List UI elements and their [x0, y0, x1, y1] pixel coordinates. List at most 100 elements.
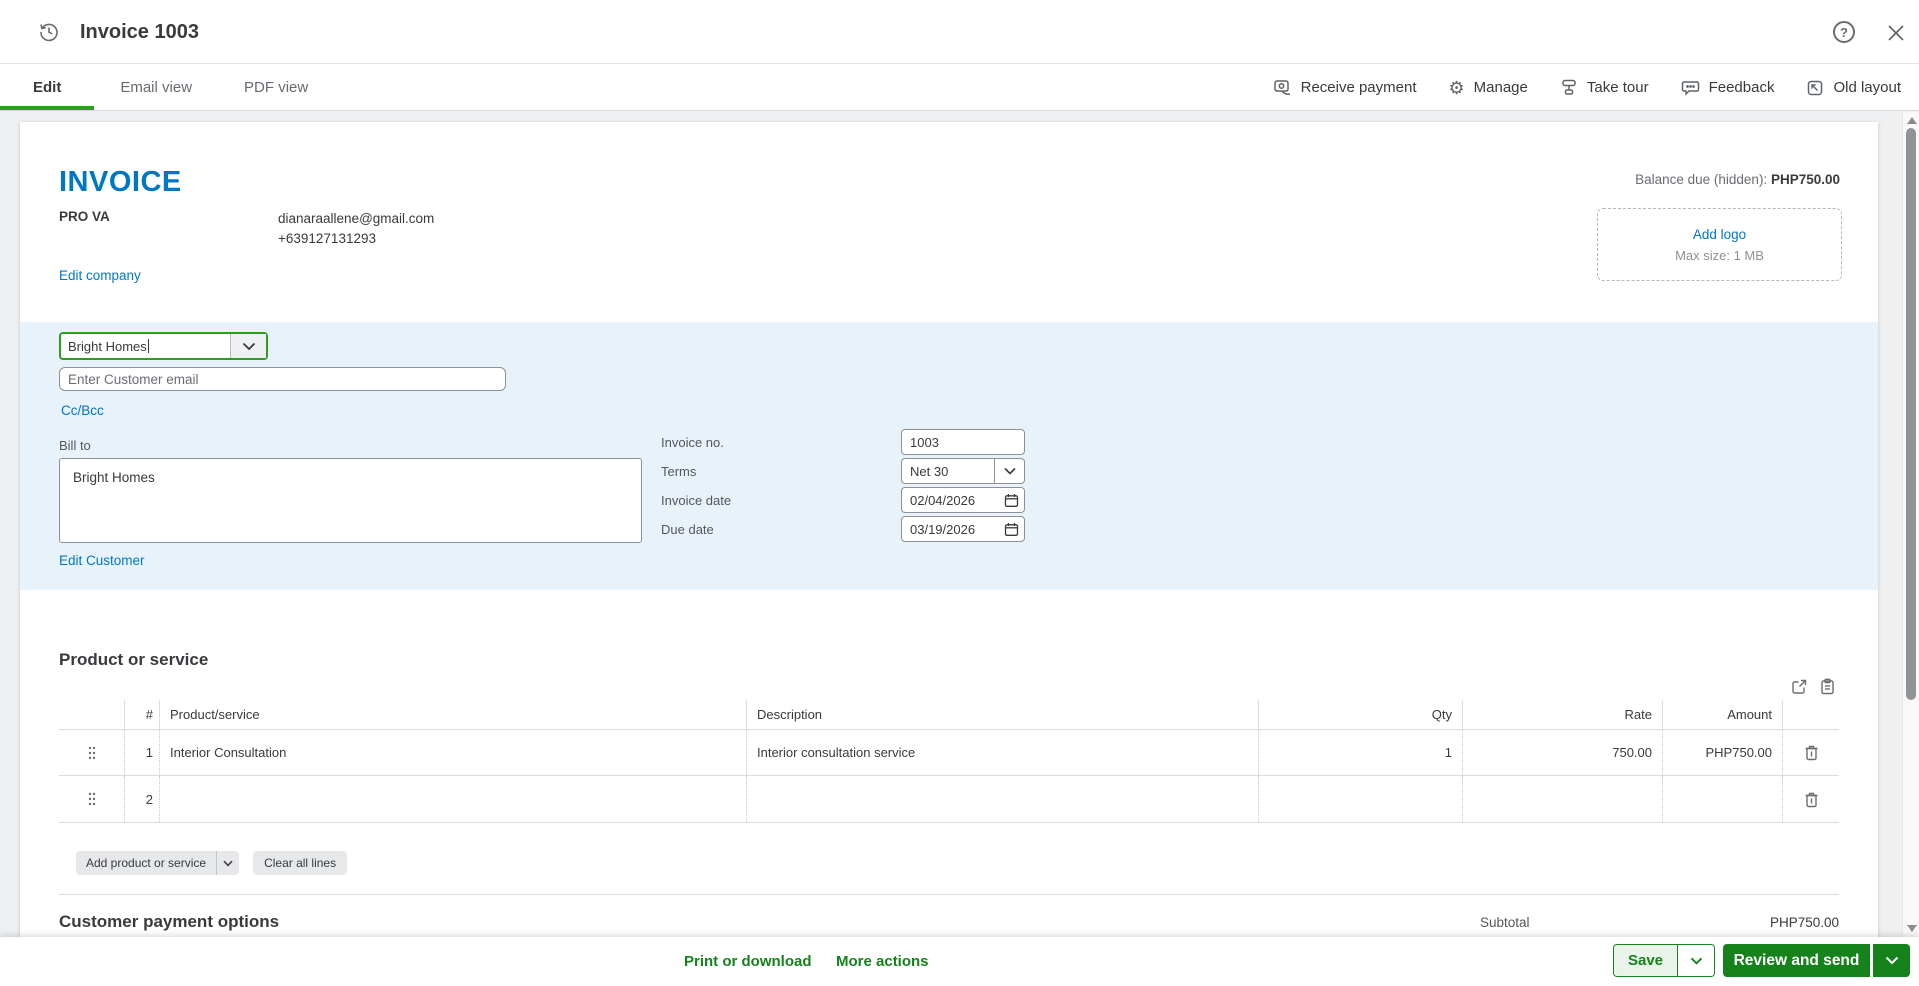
rate-cell[interactable]: 750.00 — [1463, 730, 1663, 775]
save-split-button: Save — [1613, 944, 1715, 977]
product-section-title: Product or service — [59, 650, 209, 669]
clear-all-lines-button[interactable]: Clear all lines — [253, 851, 348, 875]
old-layout-button[interactable]: Old layout — [1806, 79, 1901, 97]
product-cell[interactable]: Interior Consultation — [160, 730, 747, 775]
more-actions-link[interactable]: More actions — [836, 953, 929, 970]
payment-section-title: Customer payment options — [59, 912, 280, 931]
tab-edit[interactable]: Edit — [0, 64, 95, 110]
add-product-button[interactable]: Add product or service — [76, 851, 240, 875]
scroll-thumb[interactable] — [1906, 128, 1916, 700]
history-icon[interactable] — [38, 21, 60, 43]
customer-select[interactable]: Bright Homes — [59, 332, 268, 360]
review-and-send-dropdown-button[interactable] — [1873, 944, 1910, 977]
scroll-up-arrow[interactable] — [1907, 117, 1917, 124]
customer-select-dropdown-button[interactable] — [230, 334, 266, 358]
review-and-send-button[interactable]: Review and send — [1723, 944, 1870, 977]
receive-payment-button[interactable]: Receive payment — [1273, 78, 1417, 97]
company-name: PRO VA — [59, 209, 110, 224]
invoice-form-card: INVOICE Balance due (hidden): PHP750.00 … — [20, 122, 1878, 986]
company-contact: dianaraallene@gmail.com +639127131293 — [278, 209, 434, 249]
invoice-no-label: Invoice no. — [661, 434, 724, 450]
bill-to-textarea[interactable]: Bright Homes — [59, 458, 642, 543]
export-lines-icon[interactable] — [1791, 678, 1808, 695]
invoice-no-input[interactable]: 1003 — [901, 429, 1025, 455]
chevron-down-icon — [1003, 467, 1016, 475]
drag-handle[interactable] — [59, 730, 125, 775]
page-title: Invoice 1003 — [80, 20, 199, 43]
terms-label: Terms — [661, 463, 697, 479]
scroll-down-arrow[interactable] — [1907, 925, 1917, 932]
terms-row: Terms Net 30 — [661, 458, 1025, 484]
close-icon[interactable] — [1885, 22, 1907, 44]
drag-handle[interactable] — [59, 776, 125, 822]
clipboard-icon[interactable] — [1819, 678, 1836, 695]
rate-column-header: Rate — [1463, 700, 1663, 729]
due-date-input[interactable]: 03/19/2026 — [901, 516, 1025, 542]
product-cell[interactable] — [160, 776, 747, 822]
section-divider — [59, 894, 1839, 895]
delete-column-header — [1783, 700, 1839, 729]
edit-company-link[interactable]: Edit company — [59, 268, 141, 283]
footer-bar: Print or download More actions Save Revi… — [0, 937, 1919, 986]
customer-select-value: Bright Homes — [68, 338, 147, 354]
add-logo-dropzone[interactable]: Add logo Max size: 1 MB — [1597, 208, 1842, 281]
arrow-up-left-icon — [1806, 79, 1824, 97]
vertical-scrollbar[interactable] — [1902, 112, 1919, 937]
amount-cell — [1663, 776, 1783, 822]
delete-row-button[interactable] — [1783, 730, 1839, 775]
qty-column-header: Qty — [1259, 700, 1463, 729]
tab-email-view[interactable]: Email view — [94, 64, 218, 110]
toolbar-actions: Receive payment ⚙ Manage Take tour Feedb… — [1273, 64, 1901, 111]
help-icon[interactable]: ? — [1833, 21, 1855, 43]
calendar-icon[interactable] — [998, 493, 1024, 508]
text-cursor — [147, 339, 149, 353]
terms-dropdown-button[interactable] — [994, 459, 1024, 483]
manage-button[interactable]: ⚙ Manage — [1449, 79, 1528, 97]
drag-column-header — [59, 700, 125, 729]
ccbcc-link[interactable]: Cc/Bcc — [61, 403, 104, 418]
save-button[interactable]: Save — [1614, 945, 1677, 976]
table-header-row: # Product/service Description Qty Rate A… — [59, 700, 1839, 730]
calendar-icon[interactable] — [998, 522, 1024, 537]
subtotal-label: Subtotal — [1480, 915, 1530, 930]
invoice-heading: INVOICE — [59, 166, 182, 198]
rate-cell[interactable] — [1463, 776, 1663, 822]
add-logo-link[interactable]: Add logo — [1693, 227, 1746, 242]
print-or-download-link[interactable]: Print or download — [684, 953, 812, 970]
qty-cell[interactable]: 1 — [1259, 730, 1463, 775]
company-email: dianaraallene@gmail.com — [278, 211, 435, 226]
edit-customer-link[interactable]: Edit Customer — [59, 553, 145, 568]
product-column-header: Product/service — [160, 700, 747, 729]
due-date-row: Due date 03/19/2026 — [661, 516, 1025, 542]
row-number: 2 — [125, 776, 160, 822]
invoice-date-row: Invoice date 02/04/2026 — [661, 487, 1025, 513]
line-items-table: # Product/service Description Qty Rate A… — [59, 700, 1839, 823]
num-column-header: # — [125, 700, 160, 729]
subtotal-value: PHP750.00 — [1769, 915, 1839, 930]
terms-select[interactable]: Net 30 — [901, 458, 1025, 484]
feedback-button[interactable]: Feedback — [1681, 78, 1774, 97]
save-dropdown-button[interactable] — [1677, 945, 1714, 976]
invoice-date-input[interactable]: 02/04/2026 — [901, 487, 1025, 513]
company-phone: +639127131293 — [278, 231, 376, 246]
gear-icon: ⚙ — [1448, 77, 1465, 98]
tab-pdf-view[interactable]: PDF view — [218, 64, 334, 110]
receive-payment-icon — [1273, 78, 1292, 97]
table-row: 2 — [59, 776, 1839, 823]
description-cell[interactable] — [747, 776, 1259, 822]
speech-bubble-icon — [1681, 78, 1700, 97]
table-row: 1 Interior Consultation Interior consult… — [59, 730, 1839, 776]
tab-bar: Edit Email view PDF view Receive payment… — [0, 64, 1919, 111]
description-cell[interactable]: Interior consultation service — [747, 730, 1259, 775]
customer-section: Bright Homes Cc/Bcc Bill to Bright Homes… — [20, 322, 1878, 590]
amount-column-header: Amount — [1663, 700, 1783, 729]
add-product-dropdown-button[interactable] — [216, 851, 239, 875]
amount-cell: PHP750.00 — [1663, 730, 1783, 775]
chevron-down-icon — [242, 342, 256, 351]
customer-email-input[interactable] — [59, 367, 506, 391]
delete-row-button[interactable] — [1783, 776, 1839, 822]
balance-due-value: PHP750.00 — [1770, 172, 1840, 187]
invoice-no-row: Invoice no. 1003 — [661, 429, 1025, 455]
qty-cell[interactable] — [1259, 776, 1463, 822]
take-tour-button[interactable]: Take tour — [1560, 78, 1649, 97]
